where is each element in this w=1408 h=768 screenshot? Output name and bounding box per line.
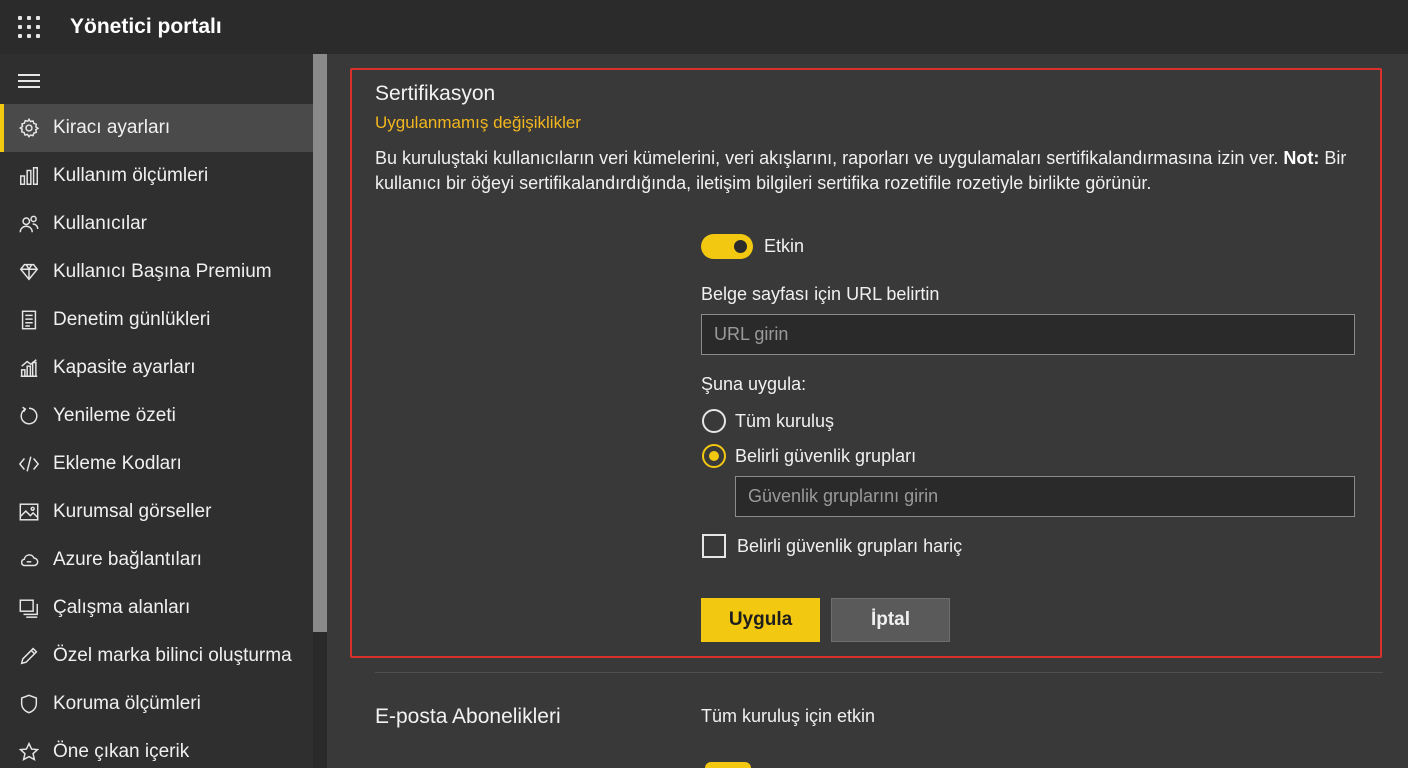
apply-to-label: Şuna uygula: xyxy=(701,374,807,394)
app-title: Yönetici portalı xyxy=(70,15,222,38)
certification-toggle[interactable] xyxy=(701,234,753,259)
url-input[interactable] xyxy=(701,314,1355,355)
radio-specific-security-groups-label: Belirli güvenlik grupları xyxy=(735,446,917,466)
sidebar-item-label: Kullanıcılar xyxy=(53,213,147,234)
hamburger-icon[interactable] xyxy=(18,74,40,88)
except-groups-label: Belirli güvenlik grupları hariç xyxy=(737,536,963,556)
sidebar-item-label: Kapasite ayarları xyxy=(53,357,196,378)
sidebar-item-tenant-settings[interactable]: Kiracı ayarları xyxy=(0,104,313,152)
gear-icon xyxy=(18,117,40,139)
star-icon xyxy=(18,741,40,763)
radio-entire-organization-label: Tüm kuruluş xyxy=(735,411,835,431)
certification-description: Bu kuruluştaki kullanıcıların veri kümel… xyxy=(375,146,1355,196)
security-groups-input[interactable] xyxy=(735,476,1355,517)
unapplied-changes-notice: Uygulanmamış değişiklikler xyxy=(375,113,581,132)
sidebar-item-workspaces[interactable]: Çalışma alanları xyxy=(0,584,313,632)
sidebar-item-label: Azure bağlantıları xyxy=(53,549,202,570)
sidebar-item-label: Ekleme Kodları xyxy=(53,453,182,474)
sidebar-nav: Kiracı ayarları Kullanım ölçümleri Kulla… xyxy=(0,104,313,768)
sidebar-item-label: Kiracı ayarları xyxy=(53,117,171,138)
sidebar-item-label: Yenileme özeti xyxy=(53,405,176,426)
sidebar-item-label: Özel marka bilinci oluşturma xyxy=(53,645,292,666)
sidebar-item-label: Kullanıcı Başına Premium xyxy=(53,261,272,282)
sidebar-item-refresh-summary[interactable]: Yenileme özeti xyxy=(0,392,313,440)
certification-title: Sertifikasyon xyxy=(375,82,496,105)
waffle-icon[interactable] xyxy=(18,16,40,38)
code-icon xyxy=(18,453,40,475)
radio-entire-organization[interactable] xyxy=(702,409,726,433)
sidebar-item-azure-connections[interactable]: Azure bağlantıları xyxy=(0,536,313,584)
pencil-icon xyxy=(18,645,40,667)
url-field-label: Belge sayfası için URL belirtin xyxy=(701,284,940,304)
description-text-1: Bu kuruluştaki kullanıcıların veri kümel… xyxy=(375,148,1284,168)
sidebar-item-audit-logs[interactable]: Denetim günlükleri xyxy=(0,296,313,344)
sidebar-item-label: Koruma ölçümleri xyxy=(53,693,201,714)
sidebar-item-capacity-settings[interactable]: Kapasite ayarları xyxy=(0,344,313,392)
image-icon xyxy=(18,501,40,523)
sidebar-item-label: Kurumsal görseller xyxy=(53,501,212,522)
apply-button[interactable]: Uygula xyxy=(701,598,820,642)
sidebar: Kiracı ayarları Kullanım ölçümleri Kulla… xyxy=(0,54,313,768)
refresh-icon xyxy=(18,405,40,427)
sidebar-scrollbar[interactable] xyxy=(313,54,327,768)
email-subscriptions-status: Tüm kuruluş için etkin xyxy=(701,706,876,726)
sidebar-item-label: Çalışma alanları xyxy=(53,597,191,618)
cloud-link-icon xyxy=(18,549,40,571)
sidebar-item-embed-codes[interactable]: Ekleme Kodları xyxy=(0,440,313,488)
workspaces-icon xyxy=(18,597,40,619)
users-icon xyxy=(18,213,40,235)
document-icon xyxy=(18,309,40,331)
top-bar: Yönetici portalı xyxy=(0,0,1408,54)
sidebar-item-premium-per-user[interactable]: Kullanıcı Başına Premium xyxy=(0,248,313,296)
sidebar-item-users[interactable]: Kullanıcılar xyxy=(0,200,313,248)
sidebar-item-organizational-visuals[interactable]: Kurumsal görseller xyxy=(0,488,313,536)
sidebar-item-label: Öne çıkan içerik xyxy=(53,741,190,762)
sidebar-scrollbar-thumb[interactable] xyxy=(313,54,327,632)
sidebar-item-label: Denetim günlükleri xyxy=(53,309,211,330)
diamond-icon xyxy=(18,261,40,283)
toggle-label: Etkin xyxy=(764,236,805,256)
email-subscriptions-toggle[interactable] xyxy=(705,762,751,768)
sidebar-item-featured-content[interactable]: Öne çıkan içerik xyxy=(0,728,313,768)
radio-specific-security-groups[interactable] xyxy=(702,444,726,468)
sidebar-item-label: Kullanım ölçümleri xyxy=(53,165,209,186)
bar-chart-icon xyxy=(18,165,40,187)
capacity-icon xyxy=(18,357,40,379)
cancel-button[interactable]: İptal xyxy=(831,598,950,642)
sidebar-item-usage-metrics[interactable]: Kullanım ölçümleri xyxy=(0,152,313,200)
description-note-label: Not: xyxy=(1283,148,1320,168)
sidebar-item-protection-metrics[interactable]: Koruma ölçümleri xyxy=(0,680,313,728)
shield-icon xyxy=(18,693,40,715)
section-divider xyxy=(375,672,1383,673)
email-subscriptions-title: E-posta Abonelikleri xyxy=(375,705,561,728)
except-groups-checkbox[interactable] xyxy=(702,534,726,558)
sidebar-item-custom-branding[interactable]: Özel marka bilinci oluşturma xyxy=(0,632,313,680)
toggle-knob xyxy=(734,240,747,253)
